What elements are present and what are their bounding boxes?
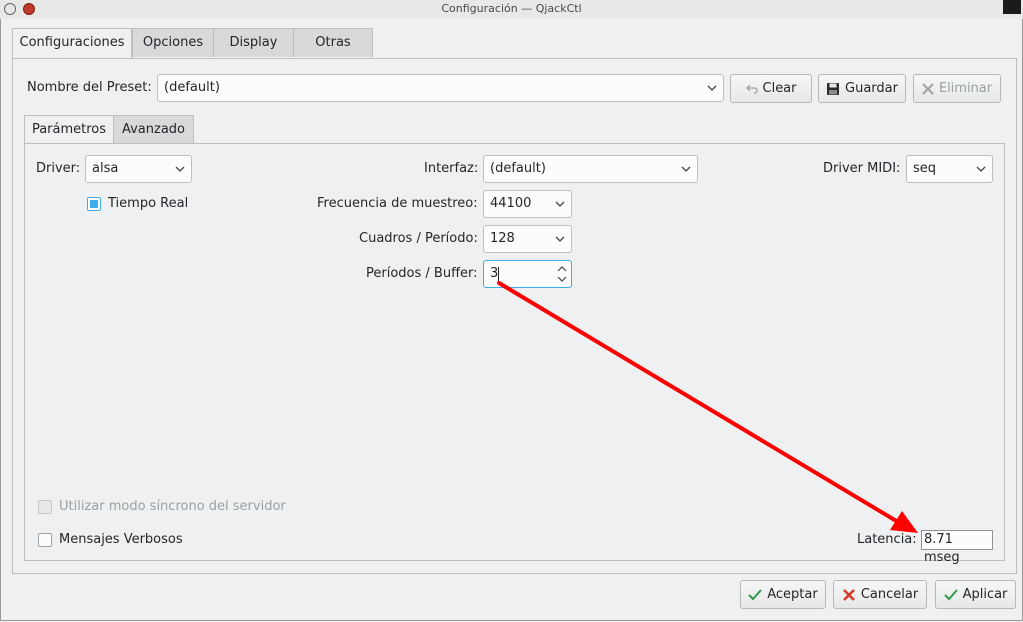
periods-value: 3 — [490, 266, 499, 281]
interface-combo[interactable]: (default) — [483, 155, 698, 183]
frames-combo[interactable]: 128 — [483, 225, 572, 253]
samplerate-combo[interactable]: 44100 — [483, 190, 572, 218]
preset-label: Nombre del Preset: — [27, 80, 152, 95]
midi-driver-combo[interactable]: seq — [906, 155, 993, 183]
periods-label: Períodos / Buffer: — [366, 266, 478, 281]
save-label: Guardar — [845, 81, 898, 96]
cancel-label: Cancelar — [860, 587, 919, 602]
subtab-avanzado[interactable]: Avanzado — [113, 115, 194, 143]
spin-arrows-icon[interactable] — [557, 264, 567, 284]
x-cross-icon — [922, 82, 934, 95]
chevron-down-icon — [175, 166, 185, 172]
settings-window: Configuraciones Opciones Display Otras N… — [0, 19, 1023, 621]
driver-value: alsa — [92, 161, 119, 176]
driver-combo[interactable]: alsa — [85, 155, 192, 183]
delete-label: Eliminar — [938, 81, 993, 96]
preset-value: (default) — [164, 80, 220, 95]
chevron-down-icon — [707, 85, 717, 91]
window-title: Configuración — QjackCtl — [441, 2, 582, 15]
chevron-down-icon — [681, 166, 691, 172]
interface-label: Interfaz: — [424, 161, 479, 176]
check-icon — [748, 588, 762, 600]
samplerate-label: Frecuencia de muestreo: — [317, 196, 478, 211]
latency-label: Latencia: — [857, 532, 917, 547]
preset-combo[interactable]: (default) — [157, 74, 724, 102]
accept-button[interactable]: Aceptar — [740, 580, 826, 609]
periods-spinbox[interactable]: 3 — [483, 260, 572, 288]
clear-label: Clear — [762, 81, 797, 96]
midi-driver-label: Driver MIDI: — [823, 161, 901, 176]
verbose-checkbox[interactable] — [38, 533, 52, 547]
tab-configuraciones[interactable]: Configuraciones — [12, 28, 132, 59]
chevron-down-icon — [555, 201, 565, 207]
samplerate-value: 44100 — [490, 196, 532, 211]
chevron-down-icon — [976, 166, 986, 172]
realtime-checkbox[interactable] — [87, 197, 101, 211]
frames-label: Cuadros / Período: — [359, 231, 478, 246]
cancel-x-icon — [842, 588, 855, 601]
interface-value: (default) — [490, 161, 546, 176]
frames-value: 128 — [490, 231, 515, 246]
clear-button[interactable]: Clear — [730, 74, 812, 103]
save-button[interactable]: Guardar — [818, 74, 906, 103]
tab-display[interactable]: Display — [213, 28, 294, 57]
midi-driver-value: seq — [913, 161, 937, 176]
tab-otras[interactable]: Otras — [293, 28, 373, 57]
title-bar: Configuración — QjackCtl — [0, 0, 1023, 20]
apply-label: Aplicar — [962, 587, 1008, 602]
accept-label: Aceptar — [767, 587, 818, 602]
sync-mode-checkbox[interactable] — [38, 500, 52, 514]
subtab-parametros[interactable]: Parámetros — [24, 115, 114, 144]
tab-opciones[interactable]: Opciones — [132, 28, 214, 57]
cancel-button[interactable]: Cancelar — [833, 580, 927, 609]
latency-value: 8.71 mseg — [921, 530, 993, 565]
floppy-disk-icon — [827, 82, 840, 95]
window-close-icon[interactable] — [1003, 0, 1021, 14]
realtime-label: Tiempo Real — [108, 196, 189, 211]
check-icon — [943, 588, 958, 600]
chevron-down-icon — [555, 236, 565, 242]
undo-icon — [745, 84, 758, 94]
apply-button[interactable]: Aplicar — [935, 580, 1016, 609]
driver-label: Driver: — [36, 161, 81, 176]
delete-button[interactable]: Eliminar — [913, 74, 1001, 103]
sync-mode-label: Utilizar modo síncrono del servidor — [59, 499, 286, 514]
verbose-label: Mensajes Verbosos — [59, 532, 183, 547]
